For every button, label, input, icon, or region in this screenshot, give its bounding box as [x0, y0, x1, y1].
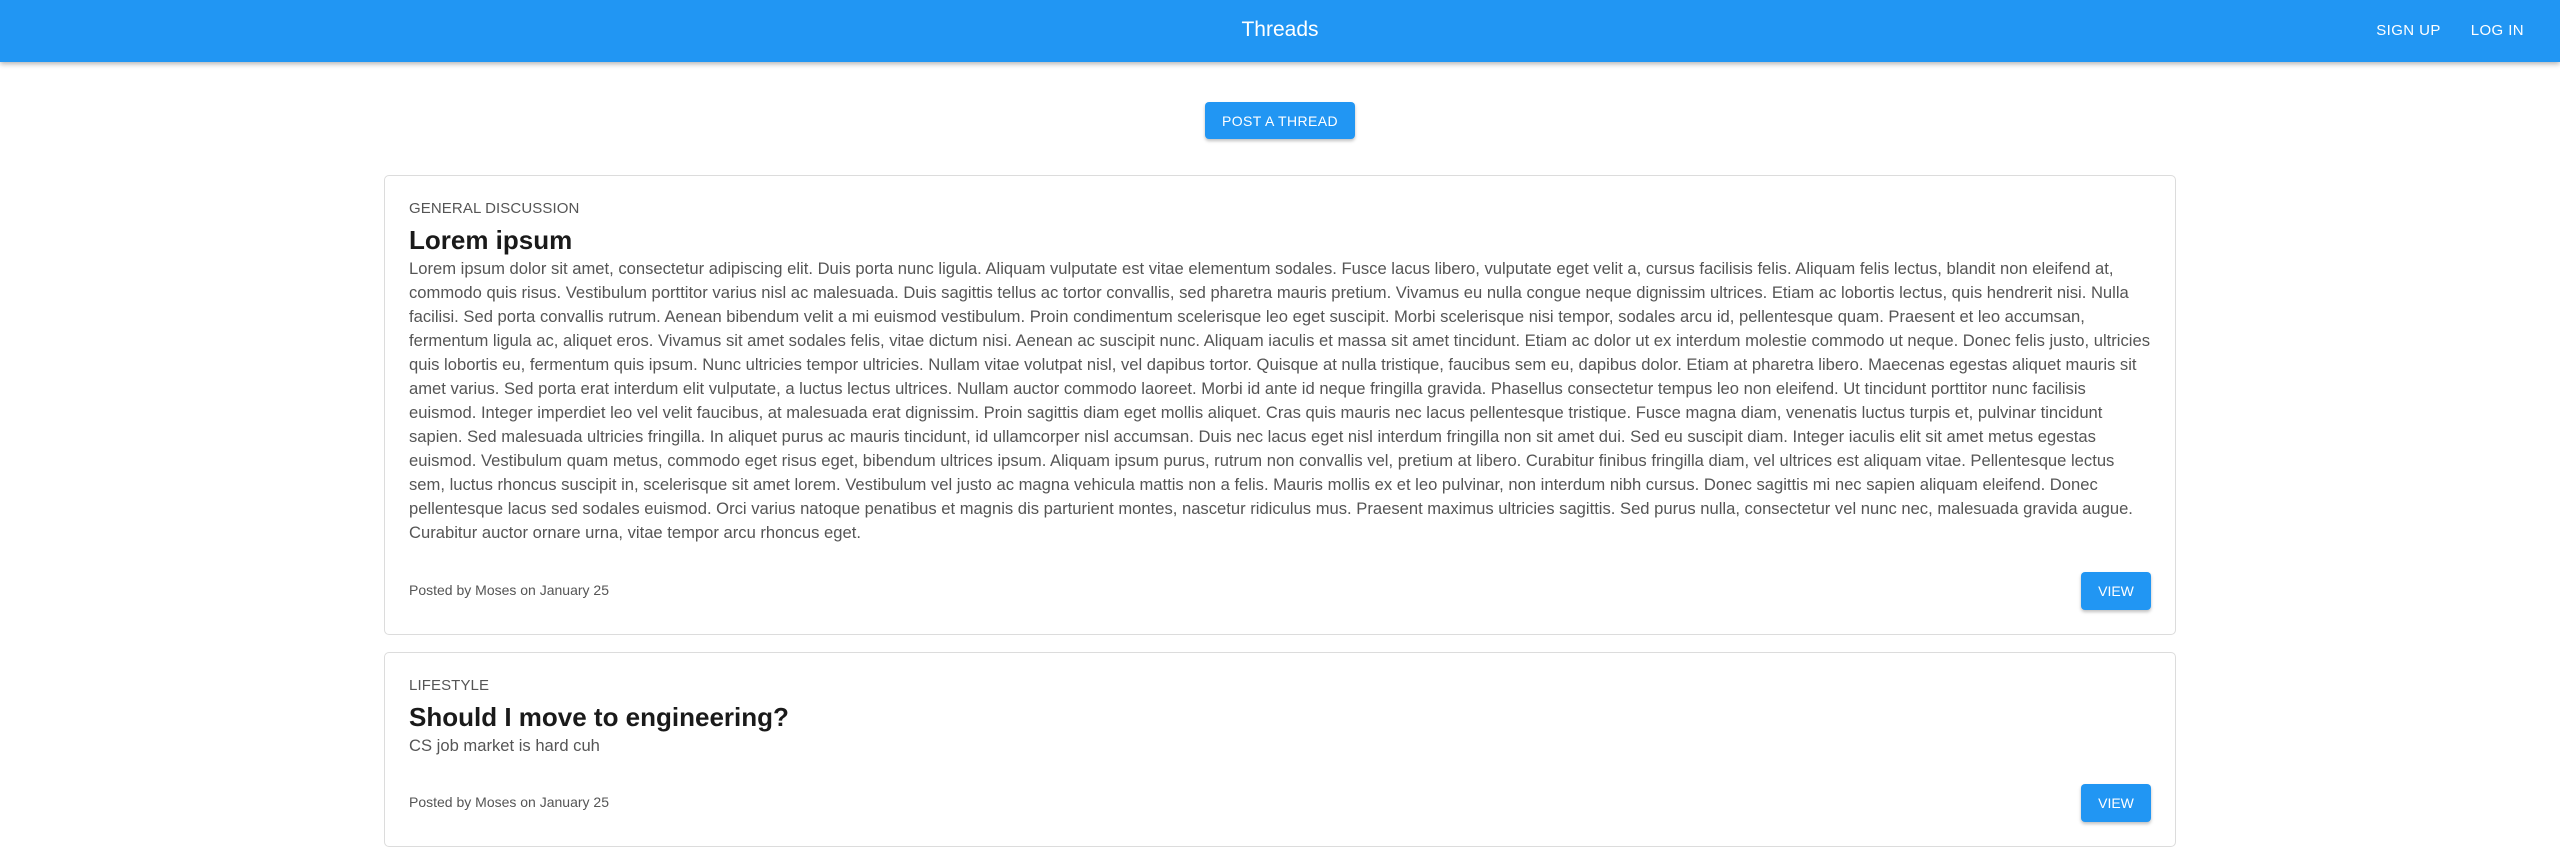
nav-actions: SIGN UP LOG IN [2364, 0, 2536, 60]
sign-up-button[interactable]: SIGN UP [2364, 14, 2452, 47]
thread-body: CS job market is hard cuh [409, 736, 600, 755]
thread-body: Lorem ipsum dolor sit amet, consectetur … [409, 259, 2151, 542]
thread-card: GENERAL DISCUSSION Lorem ipsum Lorem ips… [384, 175, 2176, 635]
thread-title: Lorem ipsum [409, 225, 573, 255]
thread-footer: Posted by Moses on January 25 VIEW [409, 784, 2151, 822]
post-thread-button[interactable]: POST A THREAD [1205, 102, 1355, 139]
thread-posted-by: Posted by Moses on January 25 [409, 794, 610, 810]
app-title: Threads [1241, 18, 1319, 41]
view-thread-button[interactable]: VIEW [2081, 784, 2151, 822]
view-thread-button[interactable]: VIEW [2081, 572, 2151, 610]
thread-title: Should I move to engineering? [409, 702, 789, 732]
thread-category: LIFESTYLE [409, 677, 490, 694]
thread-card: LIFESTYLE Should I move to engineering? … [384, 652, 2176, 847]
thread-posted-by: Posted by Moses on January 25 [409, 582, 610, 598]
thread-category: GENERAL DISCUSSION [409, 200, 580, 217]
log-in-button[interactable]: LOG IN [2459, 14, 2536, 47]
thread-footer: Posted by Moses on January 25 VIEW [409, 572, 2151, 610]
app-bar: Threads SIGN UP LOG IN [0, 0, 2560, 62]
